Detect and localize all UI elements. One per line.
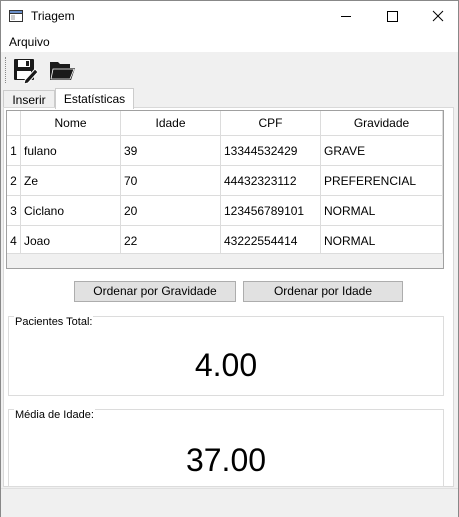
minimize-icon [341, 16, 351, 17]
cell-nome[interactable]: Joao [21, 226, 121, 256]
statistics-pane: Nome Idade CPF Gravidade 1 fulano 39 133… [3, 107, 454, 487]
cell-idade[interactable]: 70 [121, 166, 221, 196]
toolbar-grip[interactable] [5, 57, 8, 83]
folder-open-icon [50, 62, 75, 80]
toolbar [1, 52, 458, 88]
cell-nome[interactable]: fulano [21, 136, 121, 166]
app-icon [9, 10, 23, 22]
close-button[interactable] [415, 1, 459, 32]
table-corner-button[interactable] [7, 111, 21, 136]
save-button[interactable] [11, 56, 39, 85]
cell-gravidade[interactable]: GRAVE [321, 136, 443, 166]
average-age-value: 37.00 [185, 442, 267, 478]
cell-idade[interactable]: 22 [121, 226, 221, 256]
sort-by-age-button[interactable]: Ordenar por Idade [243, 281, 403, 302]
cell-nome[interactable]: Ciclano [21, 196, 121, 226]
average-age-label: Média de Idade: [14, 409, 95, 421]
row-header[interactable]: 1 [7, 136, 21, 166]
cell-nome[interactable]: Ze [21, 166, 121, 196]
row-header[interactable]: 4 [7, 226, 21, 256]
table-empty-area [7, 253, 443, 268]
column-header-nome[interactable]: Nome [21, 111, 121, 136]
cell-gravidade[interactable]: NORMAL [321, 196, 443, 226]
column-header-idade[interactable]: Idade [121, 111, 221, 136]
status-bar [1, 488, 458, 517]
column-header-cpf[interactable]: CPF [221, 111, 321, 136]
cell-idade[interactable]: 39 [121, 136, 221, 166]
cell-cpf[interactable]: 123456789101 [221, 196, 321, 226]
cell-cpf[interactable]: 13344532429 [221, 136, 321, 166]
title-bar[interactable]: Triagem [1, 1, 458, 32]
main-window: Triagem Arquivo Inserir Estatísticas Nom… [0, 0, 459, 517]
column-header-gravidade[interactable]: Gravidade [321, 111, 443, 136]
cell-gravidade[interactable]: PREFERENCIAL [321, 166, 443, 196]
tab-bar: Inserir Estatísticas [1, 88, 458, 109]
patients-table[interactable]: Nome Idade CPF Gravidade 1 fulano 39 133… [6, 110, 444, 269]
cell-cpf[interactable]: 44432323112 [221, 166, 321, 196]
cell-cpf[interactable]: 43222554414 [221, 226, 321, 256]
menu-arquivo[interactable]: Arquivo [9, 35, 50, 49]
total-patients-group: Pacientes Total: 4.00 [8, 316, 444, 396]
maximize-icon [387, 11, 398, 22]
tab-inserir[interactable]: Inserir [3, 90, 55, 108]
save-icon [14, 59, 39, 85]
total-patients-label: Pacientes Total: [14, 316, 94, 328]
cell-gravidade[interactable]: NORMAL [321, 226, 443, 256]
total-patients-value: 4.00 [194, 347, 258, 383]
open-folder-button[interactable] [48, 56, 76, 84]
cell-idade[interactable]: 20 [121, 196, 221, 226]
maximize-button[interactable] [369, 1, 415, 32]
average-age-group: Média de Idade: 37.00 [8, 409, 444, 487]
window-title: Triagem [31, 9, 75, 23]
close-icon [432, 10, 444, 22]
row-header[interactable]: 3 [7, 196, 21, 226]
row-header[interactable]: 2 [7, 166, 21, 196]
sort-by-gravity-button[interactable]: Ordenar por Gravidade [74, 281, 236, 302]
tab-estatisticas[interactable]: Estatísticas [55, 88, 134, 109]
menu-bar: Arquivo [1, 32, 458, 52]
minimize-button[interactable] [323, 1, 369, 32]
